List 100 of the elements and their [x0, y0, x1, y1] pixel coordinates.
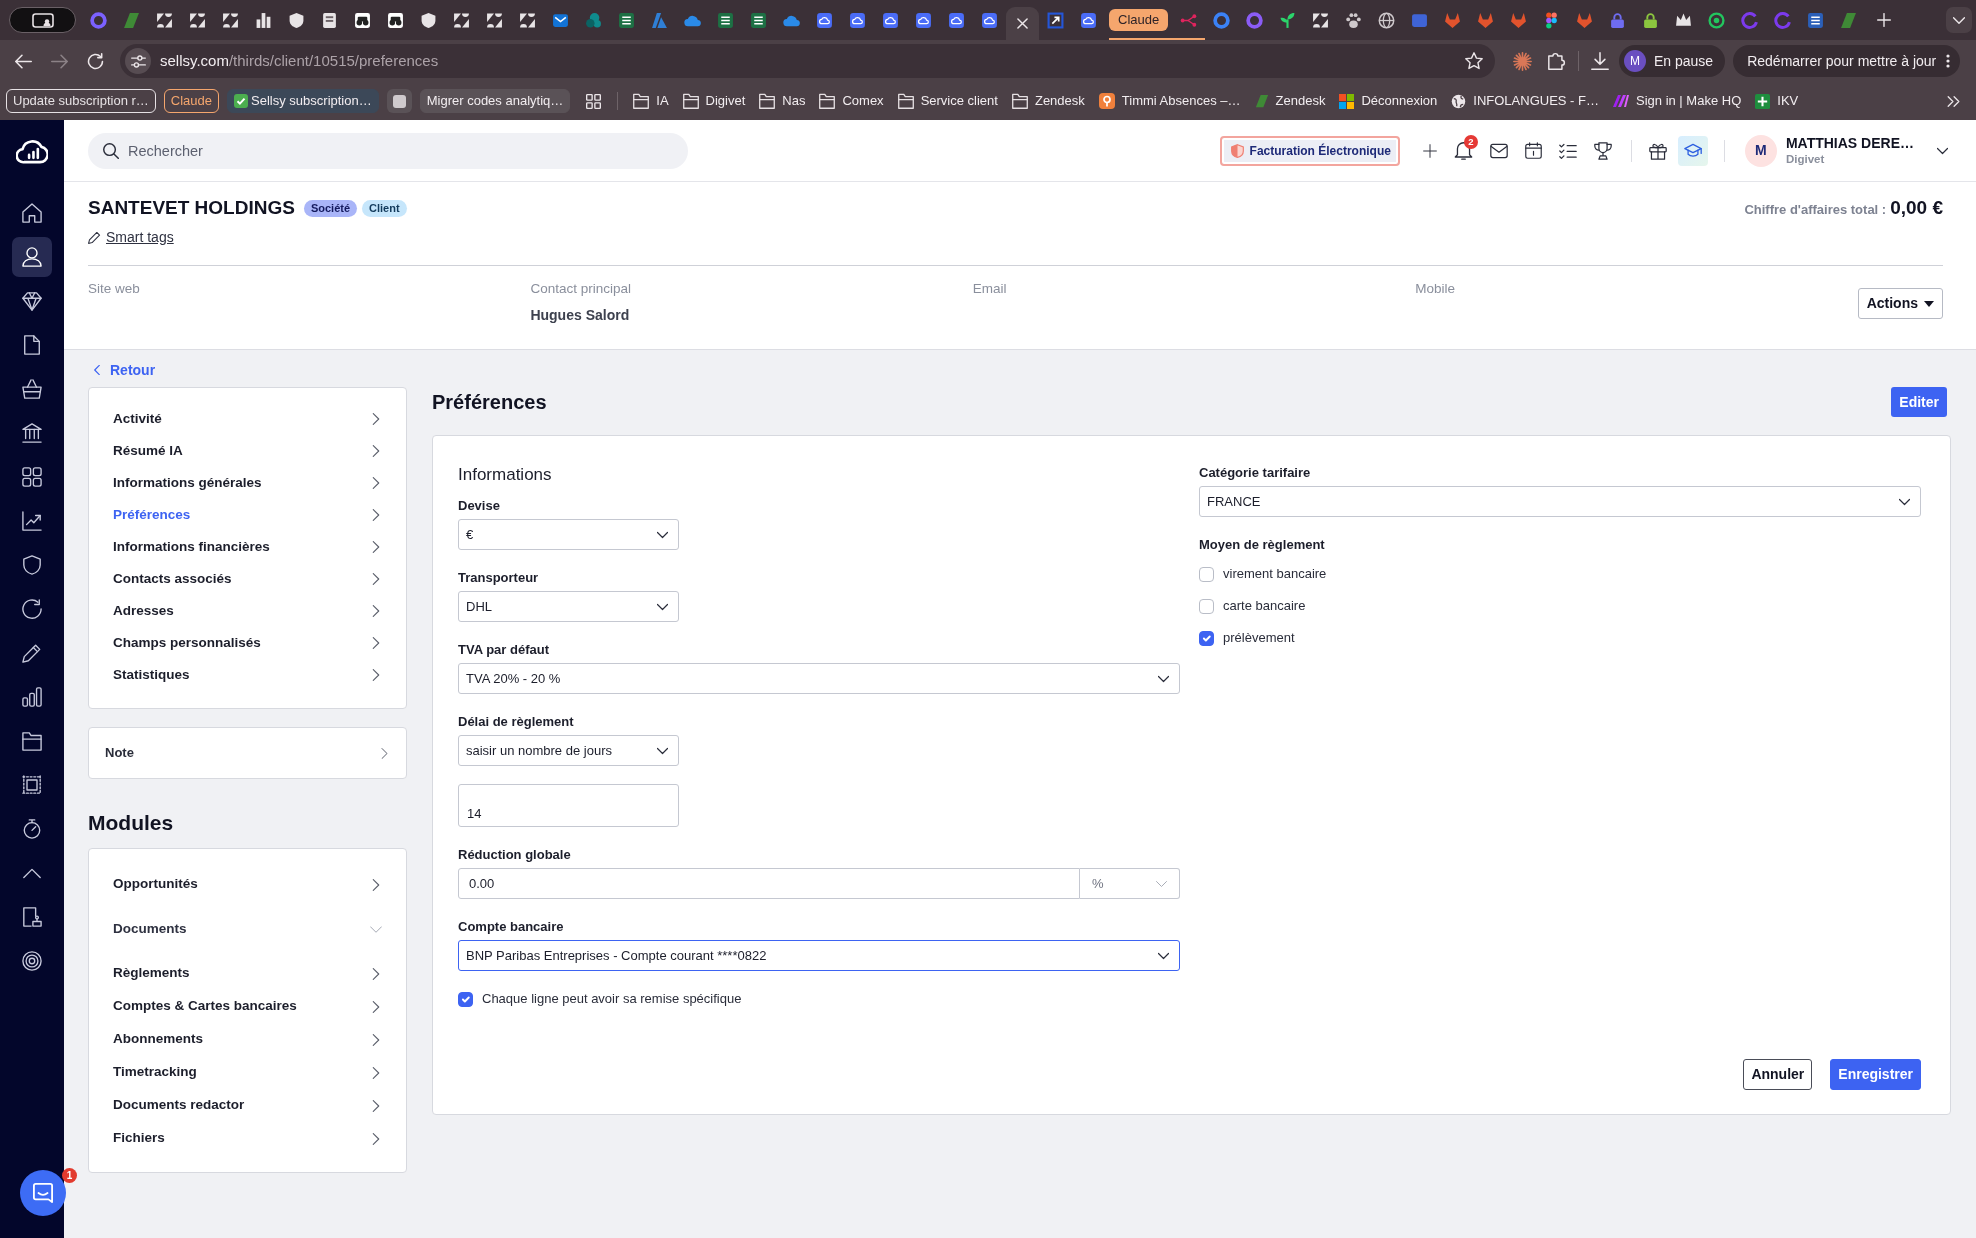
- gift-icon[interactable]: [1648, 141, 1667, 160]
- user-menu[interactable]: M MATTHIAS DERE… Digivet: [1744, 134, 1948, 167]
- checkbox[interactable]: [1199, 566, 1214, 582]
- select-field[interactable]: DHL: [458, 591, 679, 622]
- notification-badge: 2: [1463, 135, 1478, 149]
- menu-item[interactable]: Timetracking: [89, 1056, 406, 1089]
- sidebar-item[interactable]: [12, 237, 52, 277]
- bookmark-item[interactable]: Déconnexion: [1336, 88, 1441, 114]
- tab-group-chip[interactable]: Migrer codes analytiq…: [419, 89, 571, 113]
- address-bar[interactable]: sellsy.com/thirds/client/10515/preferences: [120, 44, 1495, 78]
- select-field[interactable]: saisir un nombre de jours: [458, 735, 679, 766]
- bookmark-item[interactable]: Zendesk: [1251, 88, 1329, 114]
- checkbox[interactable]: [1199, 630, 1214, 646]
- bookmark-folder[interactable]: Digivet: [679, 88, 749, 114]
- update-button[interactable]: Redémarrer pour mettre à jour: [1733, 45, 1961, 77]
- menu-item[interactable]: Fichiers: [89, 1122, 406, 1155]
- site-settings-button[interactable]: [125, 48, 151, 74]
- envelope-icon[interactable]: [1489, 141, 1508, 160]
- bookmark-item[interactable]: Sign in | Make HQ: [1610, 88, 1745, 114]
- chevron-down-icon: [1899, 496, 1910, 507]
- bookmark-item[interactable]: Timmi Absences –…: [1095, 88, 1244, 114]
- menu-item[interactable]: Statistiques: [89, 659, 406, 691]
- checkbox[interactable]: [1199, 598, 1214, 614]
- bookmark-folder[interactable]: Nas: [756, 88, 809, 114]
- tab-group-chip[interactable]: Update subscription r…: [6, 89, 156, 113]
- menu-item[interactable]: Informations financières: [89, 531, 406, 563]
- pin-icon: [1098, 93, 1115, 109]
- arrow-right-icon: [50, 52, 68, 70]
- search-field[interactable]: Rechercher: [88, 132, 688, 169]
- tab-group-chip[interactable]: Sellsy subscription…: [227, 89, 379, 113]
- bookmark-folder[interactable]: IA: [630, 88, 672, 114]
- back-link[interactable]: Retour: [88, 360, 156, 380]
- apps-grid-icon[interactable]: [586, 93, 602, 109]
- bank-icon: [22, 423, 42, 443]
- training-button[interactable]: [1677, 135, 1708, 166]
- checkbox-label: virement bancaire: [1223, 565, 1327, 584]
- download-icon[interactable]: [1591, 52, 1609, 70]
- target-icon: [22, 951, 42, 971]
- edit-button[interactable]: Editer: [1891, 387, 1947, 417]
- menu-item[interactable]: Activité: [89, 403, 406, 435]
- menu-item[interactable]: Adresses: [89, 595, 406, 627]
- calendar-icon[interactable]: [1524, 142, 1542, 159]
- select-field[interactable]: €: [458, 519, 679, 550]
- chevron-down-icon: [1953, 14, 1965, 26]
- folder-icon: [819, 93, 836, 109]
- cancel-button[interactable]: Annuler: [1743, 1059, 1813, 1090]
- bell-icon[interactable]: [1453, 141, 1473, 160]
- field-label: Contact principal: [530, 280, 632, 298]
- select-field[interactable]: TVA 20% - 20 %: [458, 663, 1180, 694]
- select-field[interactable]: FRANCE: [1199, 486, 1921, 517]
- number-field[interactable]: 14: [458, 784, 679, 827]
- menu-item[interactable]: Documents redactor: [89, 1089, 406, 1122]
- bookmark-folder[interactable]: Zendesk: [1008, 88, 1088, 114]
- checkbox-label: prélèvement: [1223, 629, 1295, 648]
- field-label: Délai de règlement: [458, 713, 575, 731]
- chevron-down-icon: [1156, 878, 1167, 889]
- diamond-icon: [22, 291, 42, 311]
- menu-item[interactable]: Règlements: [89, 957, 406, 990]
- puzzle-icon[interactable]: [1548, 52, 1566, 70]
- profile-button[interactable]: M En pause: [1619, 45, 1726, 77]
- tab-list-button[interactable]: [1946, 7, 1972, 33]
- checklist-icon[interactable]: [1558, 141, 1577, 160]
- sunburst-icon[interactable]: [1513, 51, 1532, 71]
- save-button[interactable]: Enregistrer: [1830, 1059, 1921, 1090]
- tab-group-label[interactable]: Claude: [1109, 9, 1169, 31]
- tab-group-chip[interactable]: [386, 89, 412, 113]
- smart-tags-link[interactable]: Smart tags: [106, 226, 174, 248]
- line-chart-icon: [22, 511, 42, 531]
- double-chevron-icon[interactable]: [1947, 94, 1960, 108]
- chevron-right-icon: [370, 541, 382, 553]
- menu-item[interactable]: Documents: [89, 901, 406, 957]
- menu-item[interactable]: Opportunités: [89, 868, 406, 901]
- plus-icon[interactable]: [1422, 143, 1437, 158]
- input-field[interactable]: 0.00: [458, 868, 1080, 899]
- tab-overview-button[interactable]: [9, 7, 76, 33]
- e-invoicing-button[interactable]: Facturation Électronique: [1219, 135, 1400, 166]
- bookmark-folder[interactable]: Service client: [894, 88, 1001, 114]
- trophy-icon[interactable]: [1593, 141, 1612, 160]
- chevron-down-icon: [1158, 673, 1169, 684]
- bookmark-item[interactable]: IKV: [1752, 88, 1802, 114]
- menu-item[interactable]: Abonnements: [89, 1023, 406, 1056]
- actions-button[interactable]: Actions: [1857, 288, 1943, 319]
- chevron-right-icon: [370, 1066, 382, 1079]
- bookmark-item[interactable]: INFOLANGUES - F…: [1448, 88, 1602, 114]
- star-icon[interactable]: [1465, 52, 1483, 70]
- menu-item[interactable]: Note: [89, 727, 406, 779]
- menu-item[interactable]: Contacts associés: [89, 563, 406, 595]
- menu-item[interactable]: Résumé IA: [89, 435, 406, 467]
- chevron-right-icon: [370, 967, 382, 980]
- tab-group-chip[interactable]: Claude: [163, 89, 220, 113]
- field-label: Mobile: [1415, 280, 1456, 298]
- bookmark-folder[interactable]: Comex: [816, 88, 887, 114]
- chevron-left-icon: [92, 365, 102, 375]
- menu-item[interactable]: Comptes & Cartes bancaires: [89, 990, 406, 1023]
- menu-item[interactable]: Préférences: [89, 499, 406, 531]
- menu-item[interactable]: Informations générales: [89, 467, 406, 499]
- screen-icon: [31, 12, 54, 28]
- menu-item[interactable]: Champs personnalisés: [89, 627, 406, 659]
- checkbox[interactable]: [458, 991, 473, 1007]
- select-field[interactable]: BNP Paribas Entreprises - Compte courant ****0822: [458, 940, 1180, 971]
